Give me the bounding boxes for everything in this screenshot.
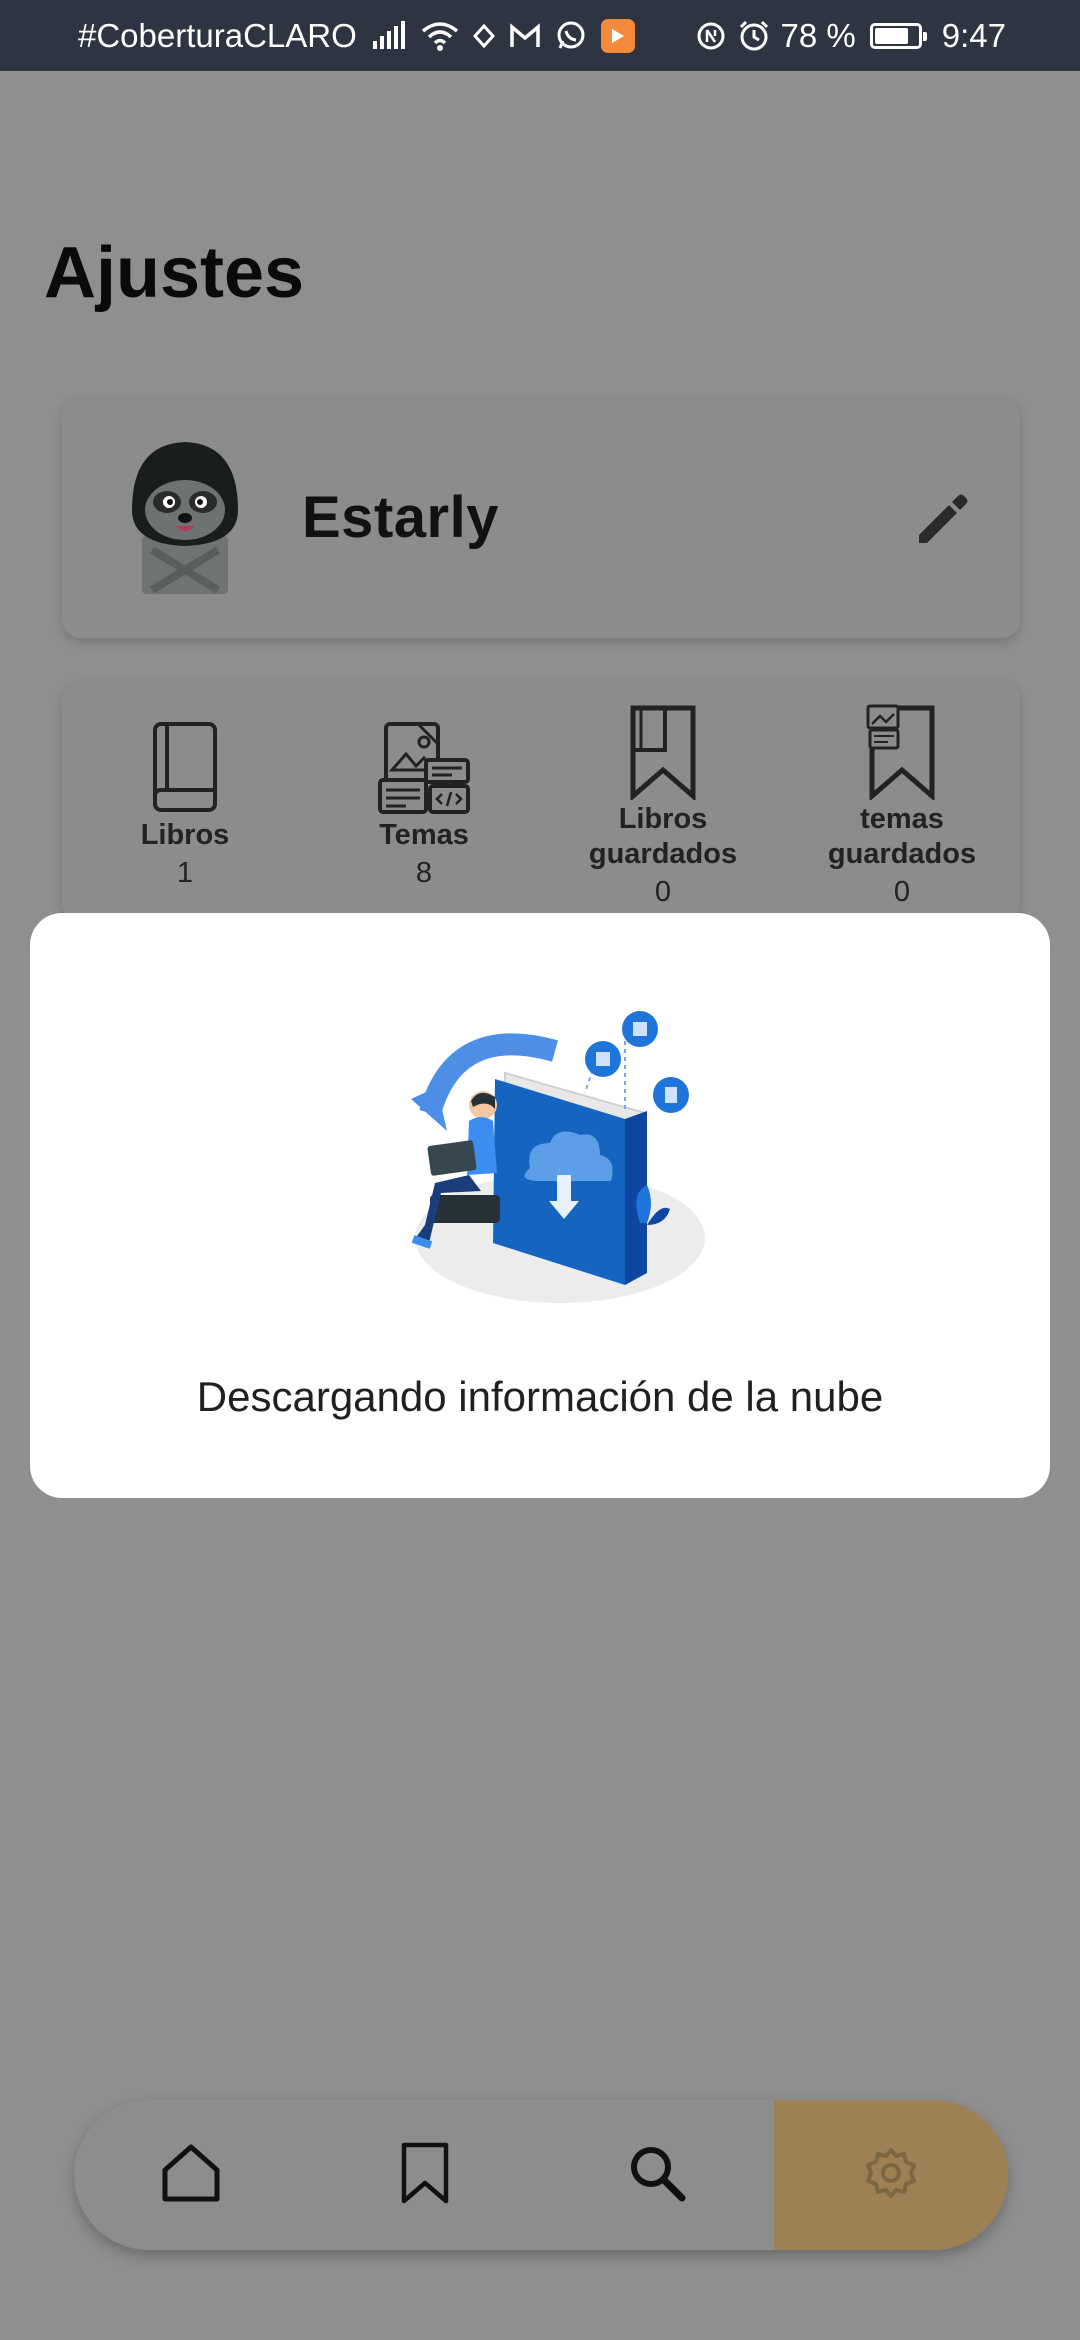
stats-card: Libros 1 Temas 8 Libros guardados 0 tema… <box>62 682 1020 922</box>
wifi-icon <box>421 21 459 51</box>
cloud-download-illustration <box>385 1003 735 1323</box>
stat-count: 0 <box>893 876 911 908</box>
battery-icon <box>869 22 927 49</box>
gear-icon <box>864 2146 918 2205</box>
bookmark-icon <box>400 2141 450 2210</box>
stat-label: temas guardados <box>827 803 977 870</box>
download-message: Descargando información de la nube <box>196 1373 884 1420</box>
gmail-icon <box>509 22 541 49</box>
stat-temas[interactable]: Temas 8 <box>304 710 544 893</box>
stat-label: Libros guardados <box>588 803 738 870</box>
edit-profile-button[interactable] <box>902 482 982 562</box>
profile-card: Estarly <box>62 398 1020 638</box>
battery-percent: 78 % <box>780 16 856 54</box>
location-icon <box>472 23 495 48</box>
status-left: #CoberturaCLARO <box>78 0 635 71</box>
stat-count: 0 <box>654 876 672 908</box>
page-title: Ajustes <box>44 233 305 313</box>
stat-count: 1 <box>176 857 194 889</box>
alarm-icon <box>737 19 771 53</box>
book-icon <box>65 710 305 816</box>
pencil-icon <box>913 491 971 554</box>
nav-search[interactable] <box>540 2100 774 2250</box>
home-icon <box>160 2142 222 2209</box>
search-icon <box>628 2144 686 2207</box>
download-dialog: Descargando información de la nube <box>30 913 1050 1498</box>
bottom-navigation <box>74 2100 1008 2250</box>
signal-icon <box>371 20 407 51</box>
app-notification-icon <box>600 18 635 53</box>
status-right: 78 % 9:47 <box>695 0 1006 71</box>
whatsapp-icon <box>555 20 587 52</box>
stat-count: 8 <box>415 857 433 889</box>
battery-level <box>874 27 908 44</box>
nav-bookmarks[interactable] <box>308 2100 542 2250</box>
stat-libros[interactable]: Libros 1 <box>65 710 305 893</box>
status-bar: #CoberturaCLARO 78 % 9:47 <box>0 0 1080 71</box>
topics-icon <box>304 710 544 816</box>
nav-home[interactable] <box>74 2100 308 2250</box>
carrier-label: #CoberturaCLARO <box>78 16 357 54</box>
nav-settings[interactable] <box>774 2100 1008 2250</box>
stat-label: Libros <box>140 819 230 851</box>
stat-libros-guardados[interactable]: Libros guardados 0 <box>543 705 783 912</box>
profile-name: Estarly <box>302 485 499 550</box>
raccoon-avatar[interactable] <box>122 440 248 596</box>
stat-temas-guardados[interactable]: temas guardados 0 <box>782 704 1022 912</box>
data-saver-icon <box>695 20 727 52</box>
saved-books-icon <box>543 705 783 800</box>
stat-label: Temas <box>379 819 469 851</box>
clock: 9:47 <box>941 16 1006 54</box>
saved-topics-icon <box>782 704 1022 800</box>
